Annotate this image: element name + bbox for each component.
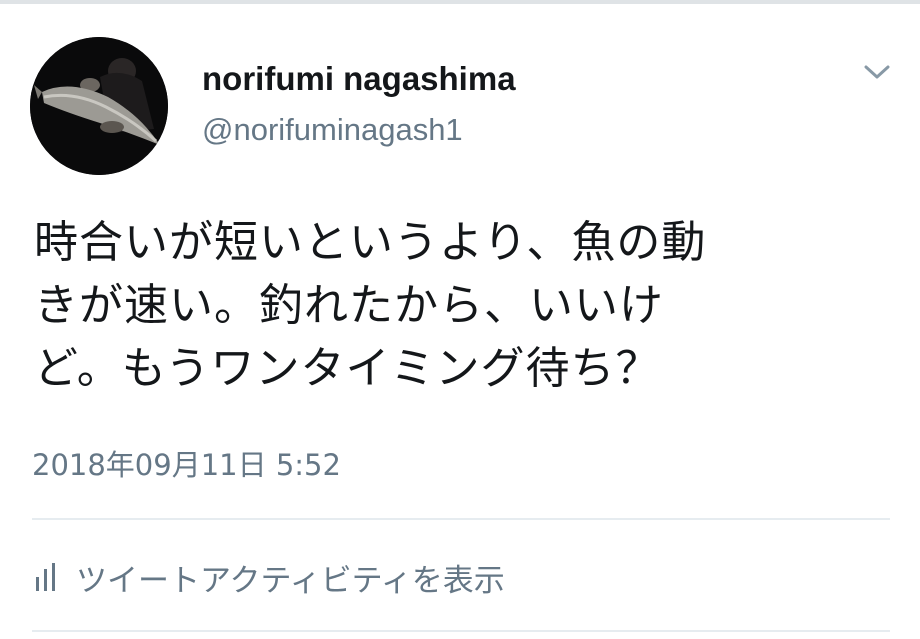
tweet-timestamp[interactable]: 2018年09月11日 5:52 xyxy=(32,442,341,484)
top-border xyxy=(0,0,920,4)
divider xyxy=(32,518,890,520)
bar-chart-icon xyxy=(36,563,55,591)
divider xyxy=(32,630,890,632)
tweet-text: 時合いが短いというより、魚の動 きが速い。釣れたから、いいけ ど。もうワンタイミ… xyxy=(34,211,894,400)
view-tweet-activity-button[interactable]: ツイートアクティビティを表示 xyxy=(32,552,505,602)
tweet-text-line: ど。もうワンタイミング待ち？ xyxy=(34,343,661,394)
author-display-name[interactable]: norifumi nagashima xyxy=(202,60,516,98)
avatar[interactable] xyxy=(30,37,168,175)
author-handle[interactable]: @norifuminagash1 xyxy=(202,112,463,148)
fishing-photo-avatar-icon xyxy=(30,37,168,175)
tweet-text-line: きが速い。釣れたから、いいけ xyxy=(34,280,664,331)
view-tweet-activity-label: ツイートアクティビティを表示 xyxy=(76,562,505,599)
tweet-text-line: 時合いが短いというより、魚の動 xyxy=(34,217,707,268)
chevron-down-icon[interactable] xyxy=(862,62,892,84)
